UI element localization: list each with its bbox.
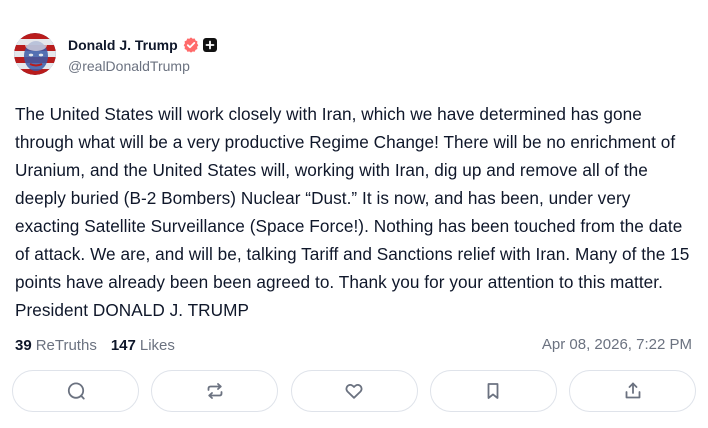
retruth-icon (207, 383, 223, 399)
name-row: Donald J. Trump (68, 35, 217, 55)
like-icon (345, 383, 363, 399)
post-card: Donald J. Trump @realDonaldTrump The Uni… (0, 0, 708, 428)
likes-label[interactable]: Likes (140, 337, 175, 354)
post-stats: 39 ReTruths 147 Likes (15, 334, 175, 356)
post-body: The United States will work closely with… (15, 104, 690, 320)
bookmark-icon (487, 383, 499, 399)
bookmark-button[interactable] (429, 370, 557, 412)
post-actions (12, 370, 696, 414)
post-header: Donald J. Trump @realDonaldTrump (14, 30, 217, 78)
retruths-label[interactable]: ReTruths (36, 337, 97, 354)
reply-button[interactable] (12, 370, 139, 412)
share-button[interactable] (569, 370, 696, 412)
plus-badge-icon (202, 37, 217, 52)
verified-icon (183, 36, 199, 53)
reply-icon (67, 382, 85, 400)
post-timestamp[interactable]: Apr 08, 2026, 7:22 PM (542, 334, 692, 356)
like-button[interactable] (290, 370, 418, 412)
display-name[interactable]: Donald J. Trump (68, 37, 178, 53)
author-names: Donald J. Trump @realDonaldTrump (68, 35, 217, 74)
avatar[interactable] (14, 33, 56, 75)
author-handle[interactable]: @realDonaldTrump (68, 58, 217, 74)
retruth-button[interactable] (151, 370, 279, 412)
likes-count[interactable]: 147 (111, 337, 136, 354)
share-icon (625, 382, 640, 399)
retruths-count[interactable]: 39 (15, 337, 32, 354)
